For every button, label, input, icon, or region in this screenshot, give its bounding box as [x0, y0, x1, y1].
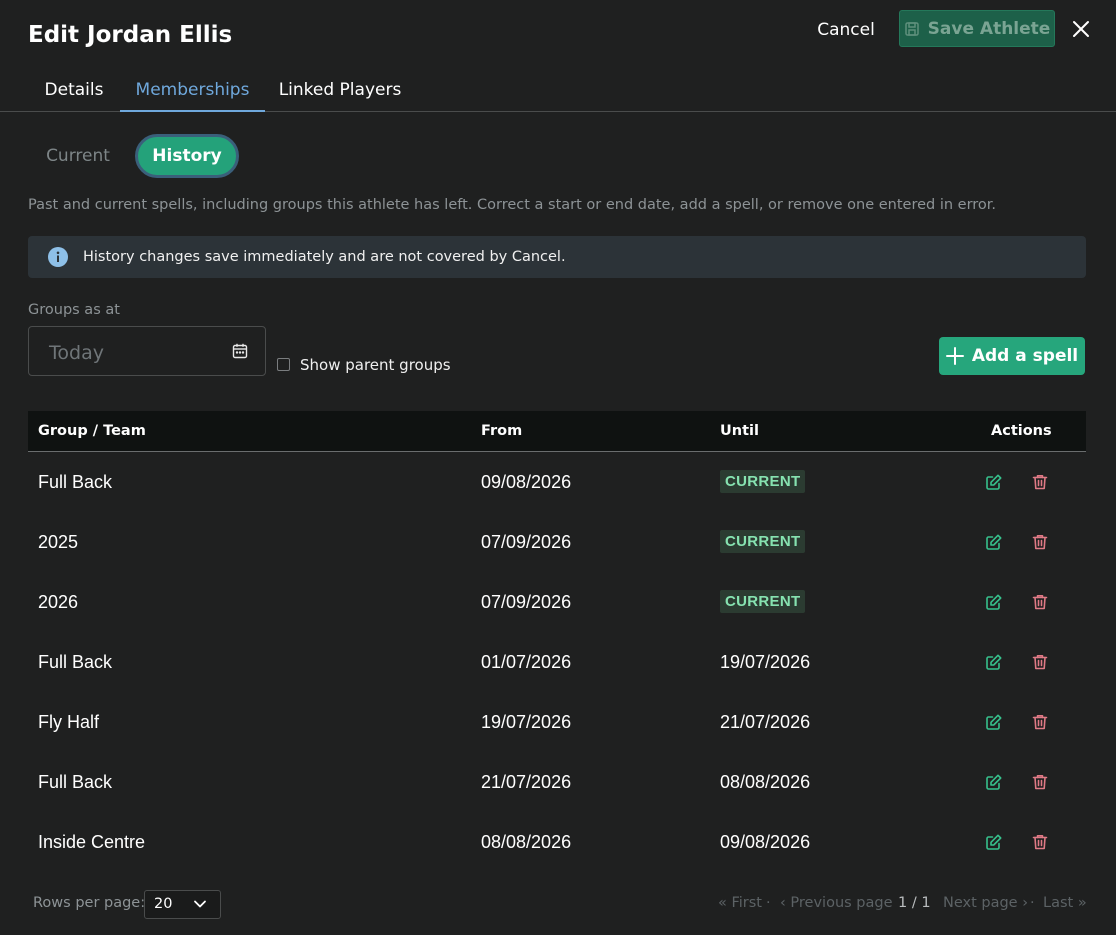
save-athlete-button[interactable]: Save Athlete [899, 10, 1055, 47]
current-badge: CURRENT [720, 470, 806, 493]
column-header-until[interactable]: Until [720, 423, 759, 439]
rows-per-page-value: 20 [154, 896, 173, 912]
table-row: Fly Half 19/07/2026 21/07/2026 [28, 692, 1086, 752]
table-row: 2025 07/09/2026 CURRENT [28, 512, 1086, 572]
edit-icon[interactable] [984, 772, 1004, 792]
column-header-from[interactable]: From [481, 423, 522, 439]
table-row: Inside Centre 08/08/2026 09/08/2026 [28, 812, 1086, 872]
save-athlete-label: Save Athlete [927, 18, 1051, 39]
previous-page-link[interactable]: ‹ Previous page [780, 895, 893, 911]
trash-icon[interactable] [1030, 772, 1050, 792]
group-cell: Inside Centre [38, 832, 146, 852]
tab-memberships[interactable]: Memberships [120, 80, 265, 112]
group-cell: Full Back [38, 472, 113, 492]
until-cell: 21/07/2026 [720, 712, 811, 732]
segment-history[interactable]: History [135, 134, 239, 178]
until-cell: 19/07/2026 [720, 652, 811, 672]
edit-icon[interactable] [984, 472, 1004, 492]
trash-icon[interactable] [1030, 712, 1050, 732]
pagination-separator: · [766, 895, 771, 911]
close-icon[interactable] [1068, 14, 1094, 44]
edit-icon[interactable] [984, 652, 1004, 672]
add-spell-label: Add a spell [971, 346, 1079, 366]
pagination-separator: · [1030, 895, 1035, 911]
group-cell: Full Back [38, 772, 113, 792]
rows-per-page-label: Rows per page: [33, 895, 146, 911]
from-cell: 01/07/2026 [481, 652, 572, 672]
show-parent-groups-checkbox[interactable] [277, 358, 290, 371]
add-spell-button[interactable]: Add a spell [939, 337, 1085, 375]
trash-icon[interactable] [1030, 472, 1050, 492]
group-cell: 2026 [38, 592, 79, 612]
next-page-link[interactable]: Next page › [943, 895, 1028, 911]
tab-linked-players[interactable]: Linked Players [275, 80, 405, 112]
edit-icon[interactable] [984, 832, 1004, 852]
chevron-down-icon[interactable] [193, 896, 207, 910]
column-header-actions: Actions [991, 423, 1052, 439]
trash-icon[interactable] [1030, 832, 1050, 852]
trash-icon[interactable] [1030, 532, 1050, 552]
info-banner-text: History changes save immediately and are… [83, 249, 566, 265]
page-indicator: 1 / 1 [898, 895, 931, 911]
info-circle-icon [48, 247, 68, 267]
first-page-link[interactable]: « First [718, 895, 762, 911]
table-row: Full Back 01/07/2026 19/07/2026 [28, 632, 1086, 692]
segment-current[interactable]: Current [36, 138, 120, 174]
current-badge: CURRENT [720, 590, 806, 613]
until-cell: 08/08/2026 [720, 772, 811, 792]
edit-icon[interactable] [984, 592, 1004, 612]
from-cell: 09/08/2026 [481, 472, 572, 492]
table-row: Full Back 21/07/2026 08/08/2026 [28, 752, 1086, 812]
until-cell: 09/08/2026 [720, 832, 811, 852]
group-cell: Fly Half [38, 712, 100, 732]
tab-details[interactable]: Details [36, 80, 112, 112]
from-cell: 21/07/2026 [481, 772, 572, 792]
from-cell: 08/08/2026 [481, 832, 572, 852]
from-cell: 07/09/2026 [481, 532, 572, 552]
edit-icon[interactable] [984, 712, 1004, 732]
page-title: Edit Jordan Ellis [28, 22, 233, 48]
calendar-icon[interactable] [231, 342, 249, 360]
from-cell: 19/07/2026 [481, 712, 572, 732]
edit-icon[interactable] [984, 532, 1004, 552]
groups-as-at-label: Groups as at [28, 302, 120, 318]
group-cell: 2025 [38, 532, 79, 552]
table-row: Full Back 09/08/2026 CURRENT [28, 452, 1086, 512]
plus-icon [945, 347, 964, 365]
last-page-link[interactable]: Last » [1043, 895, 1087, 911]
trash-icon[interactable] [1030, 652, 1050, 672]
as-at-date-placeholder: Today [49, 342, 104, 364]
cancel-button[interactable]: Cancel [812, 14, 880, 46]
history-description: Past and current spells, including group… [28, 197, 997, 213]
table-header [28, 411, 1086, 452]
show-parent-groups-label[interactable]: Show parent groups [300, 356, 451, 374]
table-row: 2026 07/09/2026 CURRENT [28, 572, 1086, 632]
current-badge: CURRENT [720, 530, 806, 553]
group-cell: Full Back [38, 652, 113, 672]
trash-icon[interactable] [1030, 592, 1050, 612]
floppy-disk-icon [904, 21, 920, 37]
column-header-group[interactable]: Group / Team [38, 423, 146, 439]
from-cell: 07/09/2026 [481, 592, 572, 612]
